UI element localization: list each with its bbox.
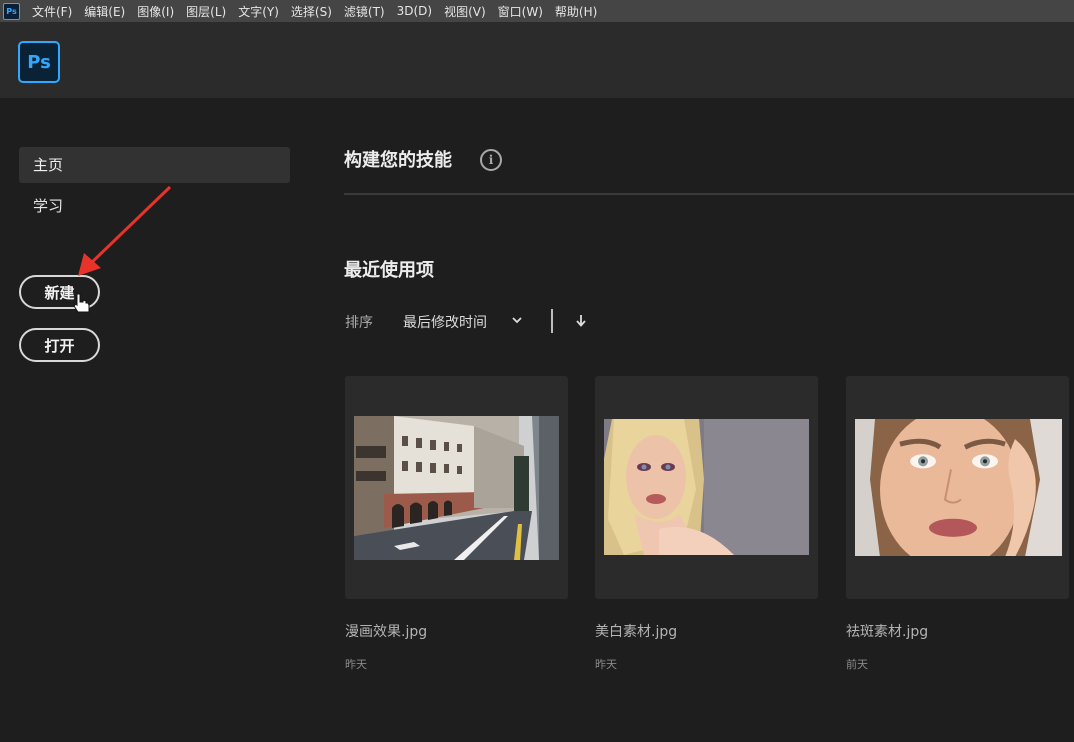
menu-select[interactable]: 选择(S) [291,3,332,20]
menu-help[interactable]: 帮助(H) [555,3,597,20]
home-header: Ps [0,22,1074,98]
file-modified-time: 前天 [846,658,868,671]
photoshop-app-icon: Ps [3,2,20,20]
open-button[interactable]: 打开 [19,328,100,362]
menu-type[interactable]: 文字(Y) [238,3,279,20]
file-name[interactable]: 祛斑素材.jpg [846,621,928,641]
menu-filter[interactable]: 滤镜(T) [344,3,385,20]
file-name[interactable]: 漫画效果.jpg [345,621,427,641]
menu-layer[interactable]: 图层(L) [186,3,226,20]
info-icon[interactable]: i [480,149,502,171]
menu-view[interactable]: 视图(V) [444,3,486,20]
recent-file-card[interactable] [846,376,1069,599]
sort-label: 排序 [345,315,373,331]
photoshop-logo: Ps [18,41,60,83]
sidebar-item-learn[interactable]: 学习 [19,188,290,224]
file-name[interactable]: 美白素材.jpg [595,621,677,641]
chevron-down-icon[interactable] [511,314,523,326]
sort-dropdown[interactable]: 最后修改时间 [403,312,487,332]
file-modified-time: 昨天 [345,658,367,671]
build-skills-title: 构建您的技能 [344,150,452,171]
new-button[interactable]: 新建 [19,275,100,309]
recent-file-card[interactable] [595,376,818,599]
file-modified-time: 昨天 [595,658,617,671]
menu-file[interactable]: 文件(F) [32,3,72,20]
menu-window[interactable]: 窗口(W) [498,3,543,20]
file-thumbnail [354,416,559,560]
sidebar-item-home[interactable]: 主页 [19,147,290,183]
file-thumbnail [855,419,1062,556]
sort-divider [551,309,553,333]
recent-file-card[interactable] [345,376,568,599]
section-divider [344,193,1074,195]
menu-edit[interactable]: 编辑(E) [84,3,125,20]
file-thumbnail [604,419,809,555]
menu-image[interactable]: 图像(I) [137,3,174,20]
recent-title: 最近使用项 [344,260,434,281]
sort-direction-down-icon[interactable] [575,314,587,328]
menu-bar: Ps 文件(F) 编辑(E) 图像(I) 图层(L) 文字(Y) 选择(S) 滤… [0,0,1074,22]
menu-3d[interactable]: 3D(D) [397,4,432,18]
